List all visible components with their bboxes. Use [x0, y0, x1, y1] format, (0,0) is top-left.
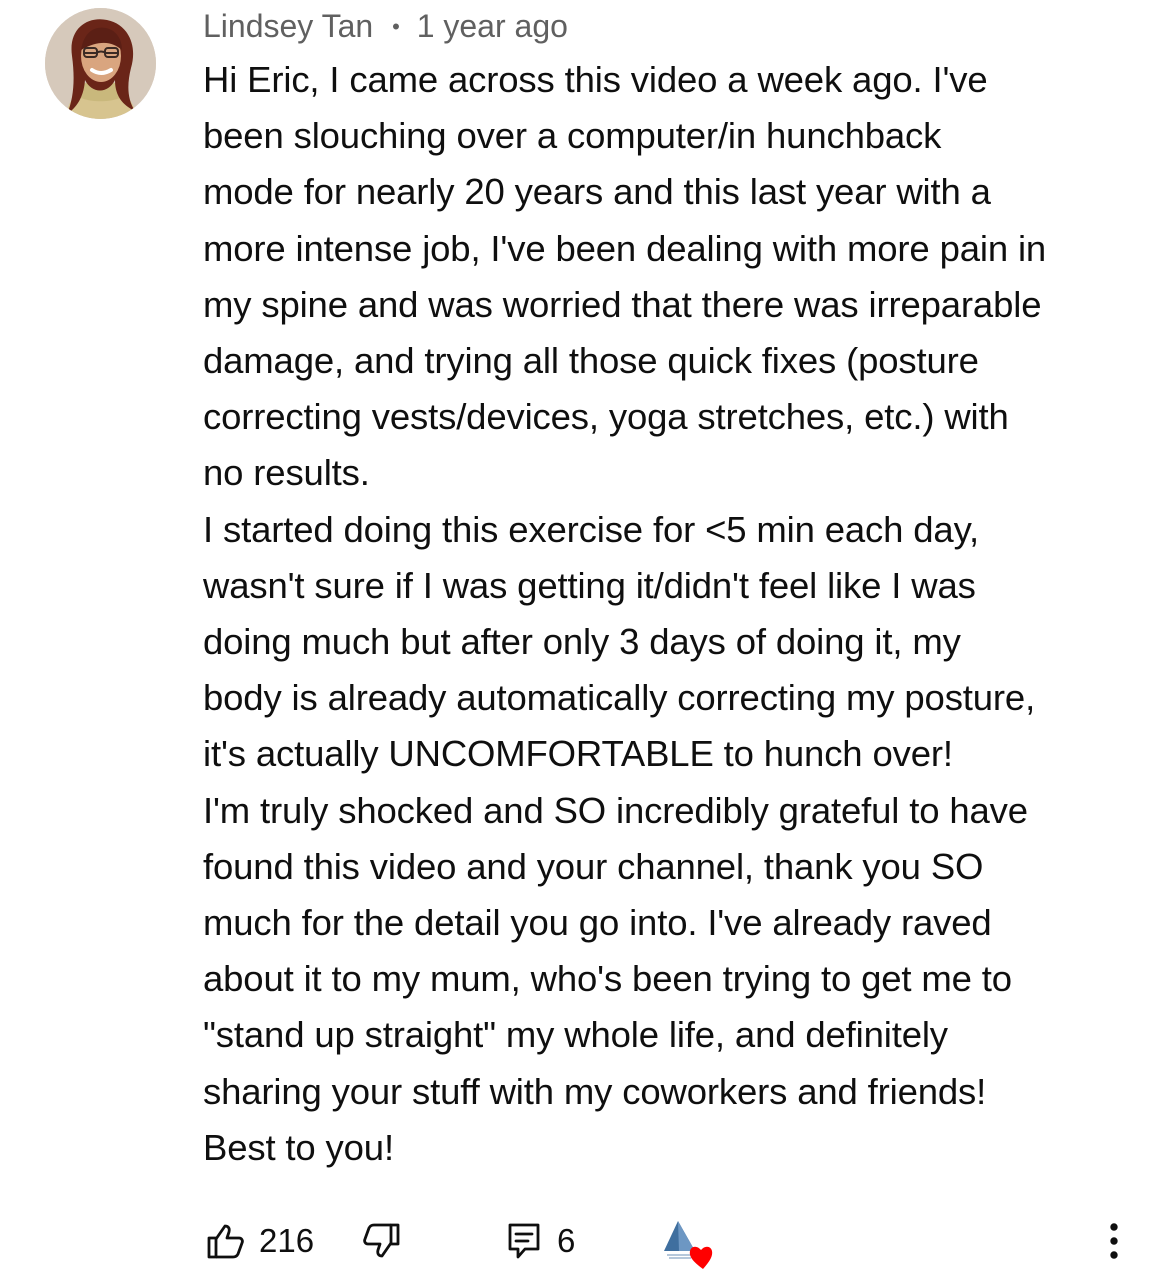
comment-line: no results.: [203, 452, 370, 494]
comment-line: my spine and was worried that there was …: [203, 283, 1042, 325]
comment-line: much for the detail you go into. I've al…: [203, 902, 992, 944]
comment-body: Hi Eric, I came across this video a week…: [203, 52, 1123, 1176]
comment-timestamp[interactable]: 1 year ago: [417, 8, 568, 44]
more-actions-button[interactable]: [1096, 1218, 1132, 1264]
thumbs-up-icon: [207, 1224, 244, 1259]
dislike-button[interactable]: [362, 1220, 402, 1262]
comment-actions: 216 6: [0, 1212, 1165, 1270]
thumbs-down-icon: [363, 1223, 400, 1258]
reply-count: 6: [557, 1222, 576, 1259]
like-count: 216: [259, 1222, 315, 1259]
comment-card: Lindsey Tan • 1 year ago Hi Eric, I came…: [0, 0, 1165, 1280]
comment-line: it's actually UNCOMFORTABLE to hunch ove…: [203, 733, 953, 775]
creator-heart-badge[interactable]: [660, 1216, 720, 1270]
author-name[interactable]: Lindsey Tan: [203, 8, 373, 44]
comment-line: body is already automatically correcting…: [203, 677, 1036, 719]
comment-line: mode for nearly 20 years and this last y…: [203, 171, 991, 213]
comment-line: damage, and trying all those quick fixes…: [203, 340, 979, 382]
reply-comment-icon: [508, 1223, 540, 1259]
comment-paragraph: I started doing this exercise for <5 min…: [203, 502, 1123, 783]
comment-line: I'm truly shocked and SO incredibly grat…: [203, 789, 1028, 831]
like-button[interactable]: [205, 1220, 245, 1262]
avatar-photo-icon: [45, 8, 156, 119]
reply-button[interactable]: [506, 1220, 542, 1262]
comment-line: more intense job, I've been dealing with…: [203, 227, 1047, 269]
meta-separator: •: [392, 14, 400, 39]
comment-line: I started doing this exercise for <5 min…: [203, 508, 979, 550]
comment-line: found this video and your channel, thank…: [203, 845, 984, 887]
comment-meta: Lindsey Tan • 1 year ago: [203, 6, 568, 46]
comment-line: wasn't sure if I was getting it/didn't f…: [203, 564, 976, 606]
author-avatar[interactable]: [45, 8, 156, 119]
comment-line: Hi Eric, I came across this video a week…: [203, 59, 988, 100]
comment-line: "stand up straight" my whole life, and d…: [203, 1014, 948, 1056]
comment-line: been slouching over a computer/in hunchb…: [203, 115, 942, 157]
comment-paragraph: Hi Eric, I came across this video a week…: [203, 52, 1123, 502]
comment-line: about it to my mum, who's been trying to…: [203, 958, 1012, 1000]
comment-paragraph: I'm truly shocked and SO incredibly grat…: [203, 783, 1123, 1176]
comment-line: sharing your stuff with my coworkers and…: [203, 1070, 987, 1112]
creator-heart-icon: [664, 1221, 713, 1269]
comment-line: correcting vests/devices, yoga stretches…: [203, 396, 1009, 438]
comment-line: doing much but after only 3 days of doin…: [203, 621, 961, 663]
comment-line: Best to you!: [203, 1126, 394, 1168]
more-vertical-icon: [1110, 1223, 1118, 1259]
